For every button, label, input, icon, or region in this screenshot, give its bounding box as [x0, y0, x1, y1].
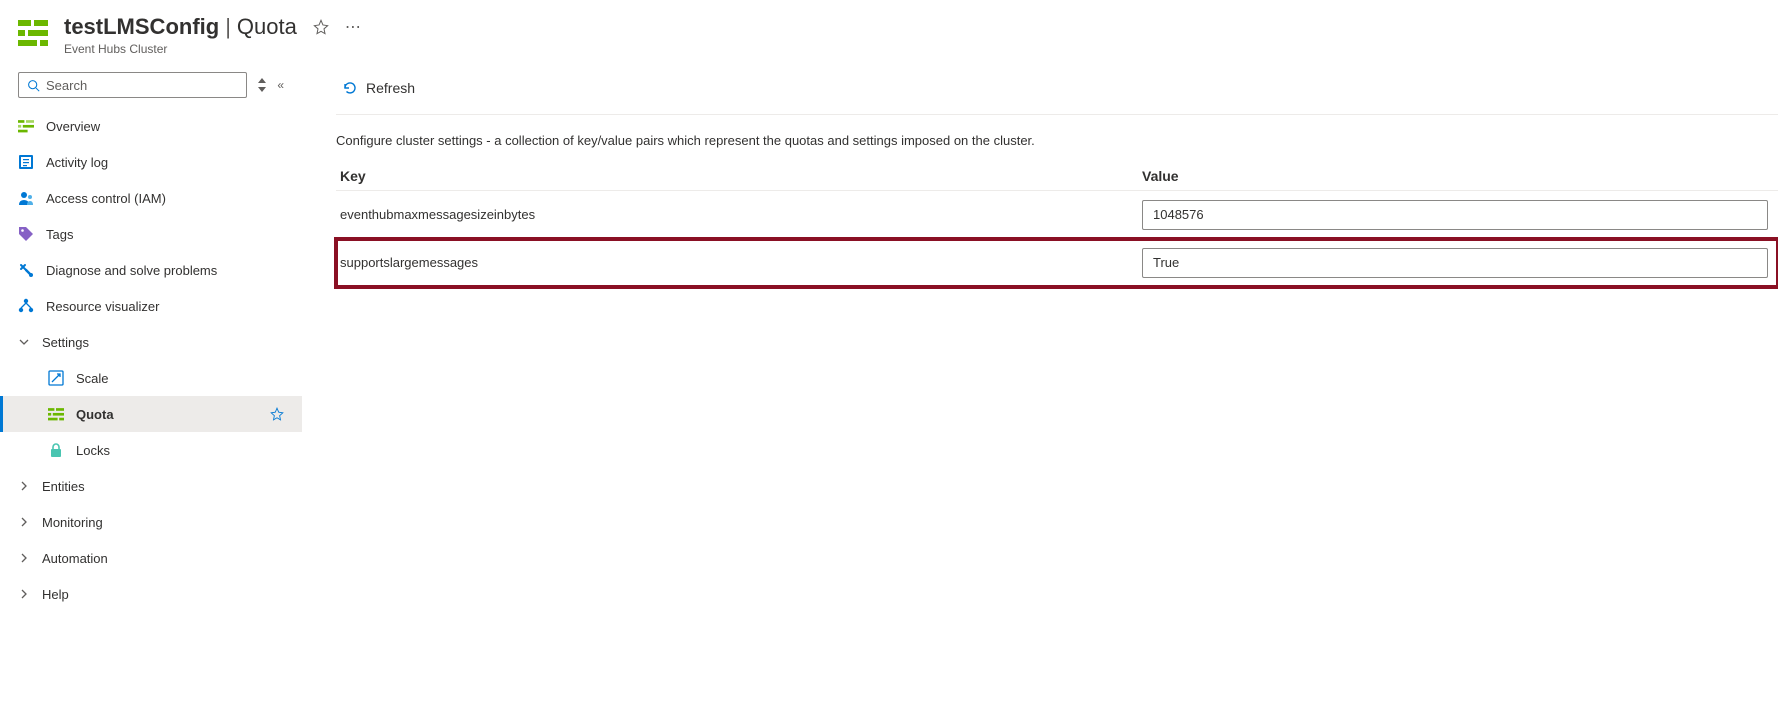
page-header: testLMSConfig|Quota ⋯ Event Hubs Cluster [0, 0, 1778, 64]
tags-icon [18, 226, 34, 242]
page-title: testLMSConfig|Quota [64, 14, 297, 40]
chevron-right-icon [18, 589, 30, 599]
collapse-sidebar-icon[interactable]: « [277, 78, 284, 92]
refresh-icon [342, 80, 358, 96]
sidebar-item-diagnose[interactable]: Diagnose and solve problems [0, 252, 302, 288]
chevron-right-icon [18, 481, 30, 491]
quota-icon [48, 406, 64, 422]
sidebar-item-access-control[interactable]: Access control (IAM) [0, 180, 302, 216]
col-key-header: Key [336, 168, 1142, 184]
chevron-right-icon [18, 553, 30, 563]
sidebar-item-overview[interactable]: Overview [0, 108, 302, 144]
refresh-button[interactable]: Refresh [336, 76, 421, 100]
expand-collapse-icon[interactable] [257, 78, 267, 92]
col-value-header: Value [1142, 168, 1778, 184]
row-value-input[interactable] [1142, 200, 1768, 230]
toolbar: Refresh [336, 76, 1778, 115]
resource-type-label: Event Hubs Cluster [64, 42, 361, 56]
locks-icon [48, 442, 64, 458]
row-key: supportslargemessages [336, 255, 1142, 270]
sidebar-group-monitoring[interactable]: Monitoring [0, 504, 302, 540]
overview-icon [18, 118, 34, 134]
chevron-right-icon [18, 517, 30, 527]
sidebar-group-entities[interactable]: Entities [0, 468, 302, 504]
sidebar-group-settings[interactable]: Settings [0, 324, 302, 360]
eventhubs-cluster-icon [18, 18, 48, 48]
sidebar-item-scale[interactable]: Scale [0, 360, 302, 396]
resource-visualizer-icon [18, 298, 34, 314]
sidebar-group-automation[interactable]: Automation [0, 540, 302, 576]
favorite-star-icon[interactable] [313, 19, 329, 35]
access-control-icon [18, 190, 34, 206]
sidebar-group-help[interactable]: Help [0, 576, 302, 612]
more-actions-icon[interactable]: ⋯ [345, 17, 361, 37]
row-value-input[interactable] [1142, 248, 1768, 278]
sidebar-item-quota[interactable]: Quota [0, 396, 302, 432]
row-key: eventhubmaxmessagesizeinbytes [336, 207, 1142, 222]
sidebar-item-locks[interactable]: Locks [0, 432, 302, 468]
table-header: Key Value [336, 162, 1778, 191]
pin-star-icon[interactable] [270, 407, 284, 421]
table-row: eventhubmaxmessagesizeinbytes [336, 191, 1778, 239]
search-input[interactable] [46, 78, 238, 93]
chevron-down-icon [18, 337, 30, 347]
sidebar: « Overview Activity log Access control (… [0, 64, 302, 632]
search-icon [27, 79, 40, 92]
kv-table: Key Value eventhubmaxmessagesizeinbytes … [336, 162, 1778, 287]
sidebar-item-tags[interactable]: Tags [0, 216, 302, 252]
sidebar-item-activity-log[interactable]: Activity log [0, 144, 302, 180]
scale-icon [48, 370, 64, 386]
sidebar-item-resource-visualizer[interactable]: Resource visualizer [0, 288, 302, 324]
diagnose-icon [18, 262, 34, 278]
sidebar-search[interactable] [18, 72, 247, 98]
main-content: Refresh Configure cluster settings - a c… [302, 64, 1778, 287]
refresh-label: Refresh [366, 80, 415, 96]
description-text: Configure cluster settings - a collectio… [336, 115, 1778, 162]
activity-log-icon [18, 154, 34, 170]
table-row-highlighted: supportslargemessages [336, 239, 1778, 287]
